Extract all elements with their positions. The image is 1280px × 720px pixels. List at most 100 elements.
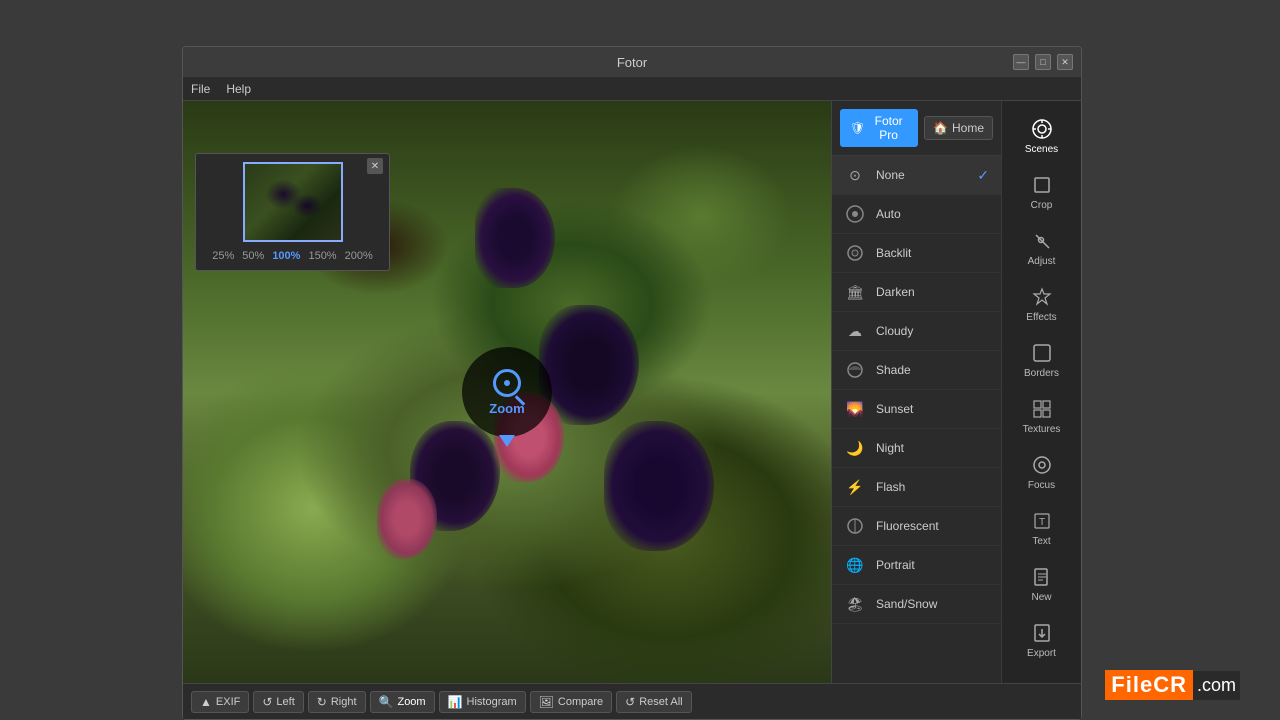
scene-flash-label: Flash — [876, 480, 905, 494]
scene-backlit-icon — [844, 242, 866, 264]
home-icon: 🏠 — [933, 121, 948, 135]
zoom-indicator[interactable]: Zoom — [462, 347, 552, 437]
compare-button[interactable]: 🖼 Compare — [530, 691, 612, 713]
scene-darken-icon: 🏛 — [844, 281, 866, 303]
compare-icon: 🖼 — [539, 695, 554, 709]
scene-item-night[interactable]: 🌙 Night — [832, 429, 1001, 468]
text-label: Text — [1032, 536, 1050, 547]
histogram-icon: 📊 — [448, 695, 463, 709]
scene-item-fluorescent[interactable]: Fluorescent — [832, 507, 1001, 546]
tool-export[interactable]: Export — [1008, 613, 1076, 667]
crop-icon — [1030, 173, 1054, 197]
textures-label: Textures — [1023, 424, 1061, 435]
thumbnail-close-button[interactable]: ✕ — [367, 158, 383, 174]
tool-crop[interactable]: Crop — [1008, 165, 1076, 219]
scene-item-sunset[interactable]: 🌄 Sunset — [832, 390, 1001, 429]
effects-icon — [1030, 285, 1054, 309]
zoom-25[interactable]: 25% — [212, 250, 234, 262]
scenes-panel: 🛡 Fotor Pro 🏠 Home ⊙ None ✓ — [831, 101, 1001, 683]
tool-new[interactable]: New — [1008, 557, 1076, 611]
scene-item-portrait[interactable]: 🌐 Portrait — [832, 546, 1001, 585]
crop-label: Crop — [1031, 200, 1053, 211]
scene-item-flash[interactable]: ⚡ Flash — [832, 468, 1001, 507]
scene-item-cloudy[interactable]: ☁ Cloudy — [832, 312, 1001, 351]
scene-auto-label: Auto — [876, 207, 901, 221]
scene-darken-label: Darken — [876, 285, 915, 299]
left-label: Left — [276, 696, 294, 708]
reset-all-label: Reset All — [639, 696, 682, 708]
tool-effects[interactable]: Effects — [1008, 277, 1076, 331]
reset-all-button[interactable]: ↺ Reset All — [616, 691, 691, 713]
sidebar-tools: Scenes Crop Adjust — [1001, 101, 1081, 683]
filecr-logo: FileCR .com — [1105, 670, 1240, 700]
home-button[interactable]: 🏠 Home — [924, 116, 993, 140]
watermark: FileCR .com — [1105, 670, 1240, 700]
new-label: New — [1031, 592, 1051, 603]
menu-file[interactable]: File — [191, 82, 210, 96]
scenes-icon — [1030, 117, 1054, 141]
reset-icon: ↺ — [625, 695, 635, 709]
scene-sunset-icon: 🌄 — [844, 398, 866, 420]
scene-none-label: None — [876, 168, 905, 182]
thumbnail-image — [243, 162, 343, 242]
tool-adjust[interactable]: Adjust — [1008, 221, 1076, 275]
export-icon — [1030, 621, 1054, 645]
scene-none-icon: ⊙ — [844, 164, 866, 186]
exif-button[interactable]: ▲ EXIF — [191, 691, 249, 713]
filecr-text: FileCR — [1105, 670, 1193, 700]
menu-help[interactable]: Help — [226, 82, 251, 96]
adjust-label: Adjust — [1028, 256, 1056, 267]
borders-icon — [1030, 341, 1054, 365]
maximize-button[interactable]: □ — [1035, 54, 1051, 70]
tool-focus[interactable]: Focus — [1008, 445, 1076, 499]
panel-header: 🛡 Fotor Pro 🏠 Home — [832, 101, 1001, 156]
zoom-100[interactable]: 100% — [272, 250, 300, 262]
borders-label: Borders — [1024, 368, 1059, 379]
scene-shade-icon — [844, 359, 866, 381]
grape-cluster-dark-1 — [475, 188, 555, 288]
fotor-pro-button[interactable]: 🛡 Fotor Pro — [840, 109, 918, 147]
text-icon: T — [1030, 509, 1054, 533]
tool-scenes[interactable]: Scenes — [1008, 109, 1076, 163]
scene-item-shade[interactable]: Shade — [832, 351, 1001, 390]
zoom-150[interactable]: 150% — [308, 250, 336, 262]
window-controls: — □ ✕ — [1013, 54, 1073, 70]
thumbnail-image-inner — [245, 164, 341, 240]
effects-label: Effects — [1026, 312, 1056, 323]
rotate-right-button[interactable]: ↻ Right — [308, 691, 366, 713]
scene-flash-icon: ⚡ — [844, 476, 866, 498]
zoom-levels: 25% 50% 100% 150% 200% — [204, 250, 381, 262]
right-label: Right — [331, 696, 357, 708]
histogram-button[interactable]: 📊 Histogram — [439, 691, 526, 713]
minimize-button[interactable]: — — [1013, 54, 1029, 70]
home-label: Home — [952, 121, 984, 135]
thumbnail-popup: ✕ 25% 50% 100% 150% 200% — [195, 153, 390, 271]
scenes-label: Scenes — [1025, 144, 1058, 155]
zoom-arrow-icon — [499, 435, 515, 447]
close-button[interactable]: ✕ — [1057, 54, 1073, 70]
scene-item-none[interactable]: ⊙ None ✓ — [832, 156, 1001, 195]
zoom-200[interactable]: 200% — [345, 250, 373, 262]
scene-item-darken[interactable]: 🏛 Darken — [832, 273, 1001, 312]
scene-backlit-label: Backlit — [876, 246, 911, 260]
tool-textures[interactable]: Textures — [1008, 389, 1076, 443]
zoom-50[interactable]: 50% — [242, 250, 264, 262]
rotate-left-button[interactable]: ↺ Left — [253, 691, 303, 713]
tool-borders[interactable]: Borders — [1008, 333, 1076, 387]
rotate-right-icon: ↻ — [317, 695, 327, 709]
scene-auto-icon — [844, 203, 866, 225]
shield-icon: 🛡 — [850, 121, 865, 135]
tool-text[interactable]: T Text — [1008, 501, 1076, 555]
adjust-icon — [1030, 229, 1054, 253]
scene-night-icon: 🌙 — [844, 437, 866, 459]
compare-label: Compare — [558, 696, 603, 708]
zoom-button[interactable]: 🔍 Zoom — [370, 691, 435, 713]
scene-item-auto[interactable]: Auto — [832, 195, 1001, 234]
scene-none-check: ✓ — [977, 167, 989, 184]
scene-item-sand-snow[interactable]: 🏖 Sand/Snow — [832, 585, 1001, 624]
fotor-pro-label: Fotor Pro — [869, 114, 908, 142]
scene-sunset-label: Sunset — [876, 402, 913, 416]
new-icon — [1030, 565, 1054, 589]
scene-item-backlit[interactable]: Backlit — [832, 234, 1001, 273]
svg-text:T: T — [1038, 517, 1044, 528]
